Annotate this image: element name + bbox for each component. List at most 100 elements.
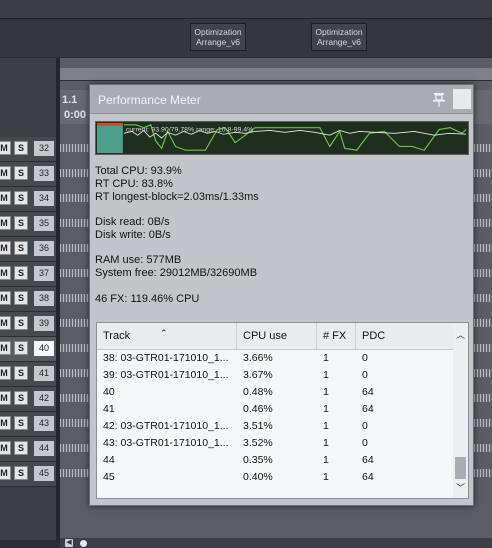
- track-number[interactable]: 32: [34, 141, 54, 156]
- rt-cpu-text: RT CPU: 83.8%: [95, 178, 173, 190]
- cell-fx: 1: [323, 386, 329, 398]
- track-number[interactable]: 34: [34, 191, 54, 206]
- chevron-down-icon[interactable]: ﹀: [453, 481, 468, 493]
- track-row[interactable]: M S 37: [0, 262, 56, 287]
- window-titlebar[interactable]: Performance Meter: [90, 85, 473, 114]
- list-row[interactable]: 40 0.48% 1 64: [97, 384, 453, 401]
- solo-button[interactable]: S: [14, 191, 28, 205]
- track-row[interactable]: M S 38: [0, 287, 56, 312]
- scrollbar-thumb[interactable]: [455, 457, 466, 479]
- list-row[interactable]: 41 0.46% 1 64: [97, 401, 453, 418]
- column-header-label: Track: [103, 330, 131, 342]
- track-number[interactable]: 41: [34, 366, 54, 381]
- cell-cpu: 3.52%: [243, 437, 273, 449]
- track-row[interactable]: M S 35: [0, 212, 56, 237]
- scroll-thumb[interactable]: [80, 540, 87, 547]
- cpu-usage-graph: current: 93.90/79.78% range: 10.8-99.4%: [95, 121, 469, 155]
- track-number[interactable]: 40: [34, 341, 54, 356]
- solo-button[interactable]: S: [14, 416, 28, 430]
- solo-button[interactable]: S: [14, 391, 28, 405]
- cell-cpu: 3.66%: [243, 352, 273, 364]
- track-number[interactable]: 42: [34, 391, 54, 406]
- solo-button[interactable]: S: [14, 291, 28, 305]
- track-row[interactable]: M S 43: [0, 412, 56, 437]
- track-row-selected[interactable]: M S 40: [0, 337, 56, 362]
- column-header-pdc[interactable]: PDC: [356, 323, 453, 349]
- track-number[interactable]: 36: [34, 241, 54, 256]
- track-number[interactable]: 43: [34, 416, 54, 431]
- mute-button[interactable]: M: [0, 141, 11, 155]
- solo-button[interactable]: S: [14, 341, 28, 355]
- cell-track: 40: [103, 386, 115, 398]
- track-number[interactable]: 33: [34, 166, 54, 181]
- list-header: Track ⌃ CPU use # FX PDC: [97, 323, 453, 350]
- chevron-up-icon[interactable]: ︿: [453, 328, 468, 340]
- track-row[interactable]: M S 36: [0, 237, 56, 262]
- solo-button[interactable]: S: [14, 366, 28, 380]
- track-number[interactable]: 38: [34, 291, 54, 306]
- cell-pdc: 0: [362, 369, 368, 381]
- track-number[interactable]: 37: [34, 266, 54, 281]
- track-number[interactable]: 39: [34, 316, 54, 331]
- mute-button[interactable]: M: [0, 241, 11, 255]
- column-header-track[interactable]: Track ⌃: [97, 323, 237, 349]
- mute-button[interactable]: M: [0, 291, 11, 305]
- media-item-optimization-2[interactable]: Optimization Arrange_v6: [311, 23, 367, 51]
- mute-button[interactable]: M: [0, 266, 11, 280]
- solo-button[interactable]: S: [14, 216, 28, 230]
- track-row[interactable]: M S 32: [0, 137, 56, 162]
- sort-ascending-icon: ⌃: [160, 328, 168, 338]
- track-row[interactable]: M S 45: [0, 462, 56, 487]
- timeline-ruler[interactable]: [60, 68, 492, 81]
- solo-button[interactable]: S: [14, 266, 28, 280]
- track-number[interactable]: 44: [34, 441, 54, 456]
- scroll-left-icon[interactable]: ◀: [65, 539, 73, 547]
- track-row[interactable]: M S 34: [0, 187, 56, 212]
- track-row[interactable]: M S 41: [0, 362, 56, 387]
- mute-button[interactable]: M: [0, 466, 11, 480]
- mute-button[interactable]: M: [0, 366, 11, 380]
- column-header-fx[interactable]: # FX: [317, 323, 356, 349]
- mute-button[interactable]: M: [0, 316, 11, 330]
- solo-button[interactable]: S: [14, 166, 28, 180]
- solo-button[interactable]: S: [14, 241, 28, 255]
- track-number[interactable]: 35: [34, 216, 54, 231]
- cell-track: 43: 03-GTR01-171010_1...: [103, 437, 229, 449]
- solo-button[interactable]: S: [14, 466, 28, 480]
- track-row[interactable]: M S 44: [0, 437, 56, 462]
- media-item-name: Optimization: [315, 27, 363, 37]
- list-vertical-scrollbar[interactable]: ︿ ﹀: [453, 323, 468, 498]
- close-button[interactable]: [453, 89, 471, 109]
- track-row[interactable]: M S 39: [0, 312, 56, 337]
- list-row[interactable]: 39: 03-GTR01-171010_1... 3.67% 1 0: [97, 367, 453, 384]
- list-row[interactable]: 44 0.35% 1 64: [97, 452, 453, 469]
- track-list: M S 32 M S 33 M S 34 M S 35 M S 36 M S 37 M S 38 M S 39 …: [0, 137, 56, 487]
- mute-button[interactable]: M: [0, 391, 11, 405]
- track-number[interactable]: 45: [34, 466, 54, 481]
- mute-button[interactable]: M: [0, 416, 11, 430]
- list-row[interactable]: 45 0.40% 1 64: [97, 469, 453, 486]
- mute-button[interactable]: M: [0, 216, 11, 230]
- mute-button[interactable]: M: [0, 191, 11, 205]
- track-row[interactable]: M S 33: [0, 162, 56, 187]
- list-row[interactable]: 42: 03-GTR01-171010_1... 3.51% 1 0: [97, 418, 453, 435]
- cell-cpu: 3.51%: [243, 420, 273, 432]
- pin-icon[interactable]: [431, 91, 447, 107]
- cell-fx: 1: [323, 420, 329, 432]
- mute-button[interactable]: M: [0, 166, 11, 180]
- solo-button[interactable]: S: [14, 141, 28, 155]
- list-row[interactable]: 38: 03-GTR01-171010_1... 3.66% 1 0: [97, 350, 453, 367]
- mute-button[interactable]: M: [0, 341, 11, 355]
- total-cpu-text: Total CPU: 93.9%: [95, 165, 182, 177]
- mute-button[interactable]: M: [0, 441, 11, 455]
- media-item-optimization-1[interactable]: Optimization Arrange_v6: [190, 23, 246, 51]
- solo-button[interactable]: S: [14, 316, 28, 330]
- region-area: [0, 19, 492, 57]
- horizontal-scrollbar[interactable]: [60, 538, 492, 548]
- cell-track: 41: [103, 403, 115, 415]
- track-cpu-list[interactable]: Track ⌃ CPU use # FX PDC 38: 03-GTR01-17…: [96, 322, 469, 499]
- list-row[interactable]: 43: 03-GTR01-171010_1... 3.52% 1 0: [97, 435, 453, 452]
- solo-button[interactable]: S: [14, 441, 28, 455]
- track-row[interactable]: M S 42: [0, 387, 56, 412]
- column-header-cpu[interactable]: CPU use: [237, 323, 317, 349]
